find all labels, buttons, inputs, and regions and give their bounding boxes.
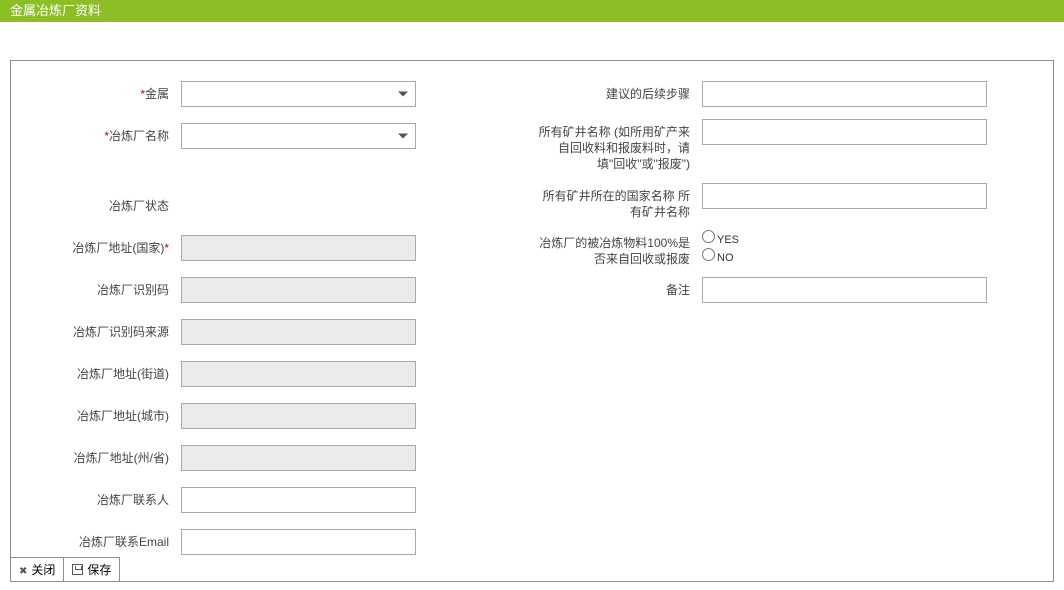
save-button-label: 保存 — [87, 561, 111, 578]
save-icon — [72, 564, 83, 575]
label-state: 冶炼厂地址(州/省) — [21, 445, 181, 466]
contact-input[interactable] — [181, 487, 416, 513]
label-email: 冶炼厂联系Email — [21, 529, 181, 550]
mine-names-input[interactable] — [702, 119, 987, 145]
email-input[interactable] — [181, 529, 416, 555]
panel-title: 金属冶炼厂资料 — [10, 3, 101, 18]
id-source-input[interactable] — [181, 319, 416, 345]
recycled-yes-option[interactable]: YES — [702, 230, 987, 248]
label-smelter-name: *冶炼厂名称 — [21, 123, 181, 144]
recycled-no-option[interactable]: NO — [702, 248, 987, 266]
recycled-no-radio[interactable] — [702, 248, 715, 261]
panel-header: 金属冶炼厂资料 — [0, 0, 1064, 22]
state-input[interactable] — [181, 445, 416, 471]
label-city: 冶炼厂地址(城市) — [21, 403, 181, 424]
close-icon — [19, 563, 27, 577]
label-mine-countries: 所有矿井所在的国家名称 所有矿井名称 — [532, 183, 702, 220]
street-input[interactable] — [181, 361, 416, 387]
label-recycled: 冶炼厂的被冶炼物料100%是否来自回收或报废 — [532, 230, 702, 267]
identifier-input[interactable] — [181, 277, 416, 303]
smelter-name-select[interactable] — [181, 123, 416, 149]
close-button-label: 关闭 — [31, 561, 55, 578]
label-metal: *金属 — [21, 81, 181, 102]
label-next-steps: 建议的后续步骤 — [532, 81, 702, 102]
label-id-source: 冶炼厂识别码来源 — [21, 319, 181, 340]
remark-input[interactable] — [702, 277, 987, 303]
country-input[interactable] — [181, 235, 416, 261]
metal-select[interactable] — [181, 81, 416, 107]
label-identifier: 冶炼厂识别码 — [21, 277, 181, 298]
next-steps-input[interactable] — [702, 81, 987, 107]
city-input[interactable] — [181, 403, 416, 429]
label-status: 冶炼厂状态 — [21, 193, 181, 214]
label-remark: 备注 — [532, 277, 702, 298]
save-button[interactable]: 保存 — [63, 557, 120, 582]
mine-countries-input[interactable] — [702, 183, 987, 209]
label-street: 冶炼厂地址(街道) — [21, 361, 181, 382]
recycled-yes-radio[interactable] — [702, 230, 715, 243]
label-mine-names: 所有矿井名称 (如所用矿产来自回收料和报废料时，请填"回收"或"报废") — [532, 119, 702, 173]
close-button[interactable]: 关闭 — [10, 557, 63, 582]
label-country: 冶炼厂地址(国家)* — [21, 235, 181, 256]
label-contact: 冶炼厂联系人 — [21, 487, 181, 508]
form-panel: *金属 *冶炼厂名称 — [10, 60, 1054, 582]
